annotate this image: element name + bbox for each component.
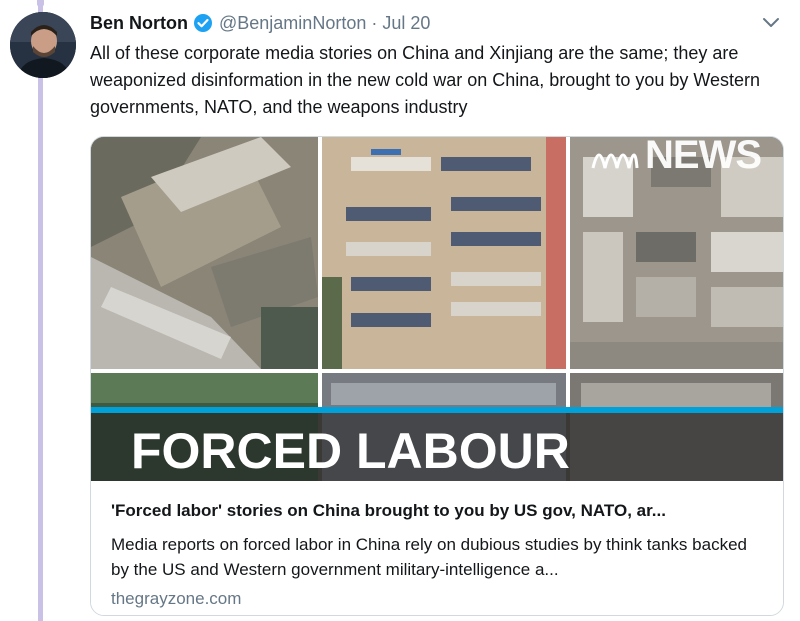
avatar[interactable]: [10, 12, 76, 78]
header-separator: ·: [371, 12, 378, 33]
verified-badge-icon: [193, 13, 213, 33]
card-body[interactable]: 'Forced labor' stories on China brought …: [91, 481, 783, 615]
link-card[interactable]: NEWS FORCED LABOUR 'Forced labor' storie…: [90, 136, 784, 616]
tweet-text: All of these corporate media stories on …: [90, 43, 761, 117]
author-name[interactable]: Ben Norton: [90, 13, 188, 34]
avatar-photo: [10, 12, 76, 78]
abc-logo-icon: [591, 153, 639, 169]
tweet-header: Ben Norton @BenjaminNorton · Jul 20: [90, 11, 430, 35]
abc-news-wordmark: NEWS: [645, 136, 762, 177]
card-description: Media reports on forced labor in China r…: [111, 535, 747, 579]
thread-connector-top: [37, 0, 44, 7]
card-image[interactable]: NEWS FORCED LABOUR: [91, 137, 783, 481]
abc-news-logo: NEWS: [591, 136, 762, 177]
thread-connector-line: [38, 0, 43, 621]
chevron-down-icon[interactable]: [760, 12, 782, 34]
tweet-date[interactable]: Jul 20: [382, 13, 430, 34]
banner-accent-line: [91, 407, 783, 413]
card-title[interactable]: 'Forced labor' stories on China brought …: [111, 501, 666, 521]
author-handle[interactable]: @BenjaminNorton: [219, 13, 366, 34]
image-headline: FORCED LABOUR: [131, 423, 570, 479]
card-domain[interactable]: thegrayzone.com: [111, 589, 241, 609]
